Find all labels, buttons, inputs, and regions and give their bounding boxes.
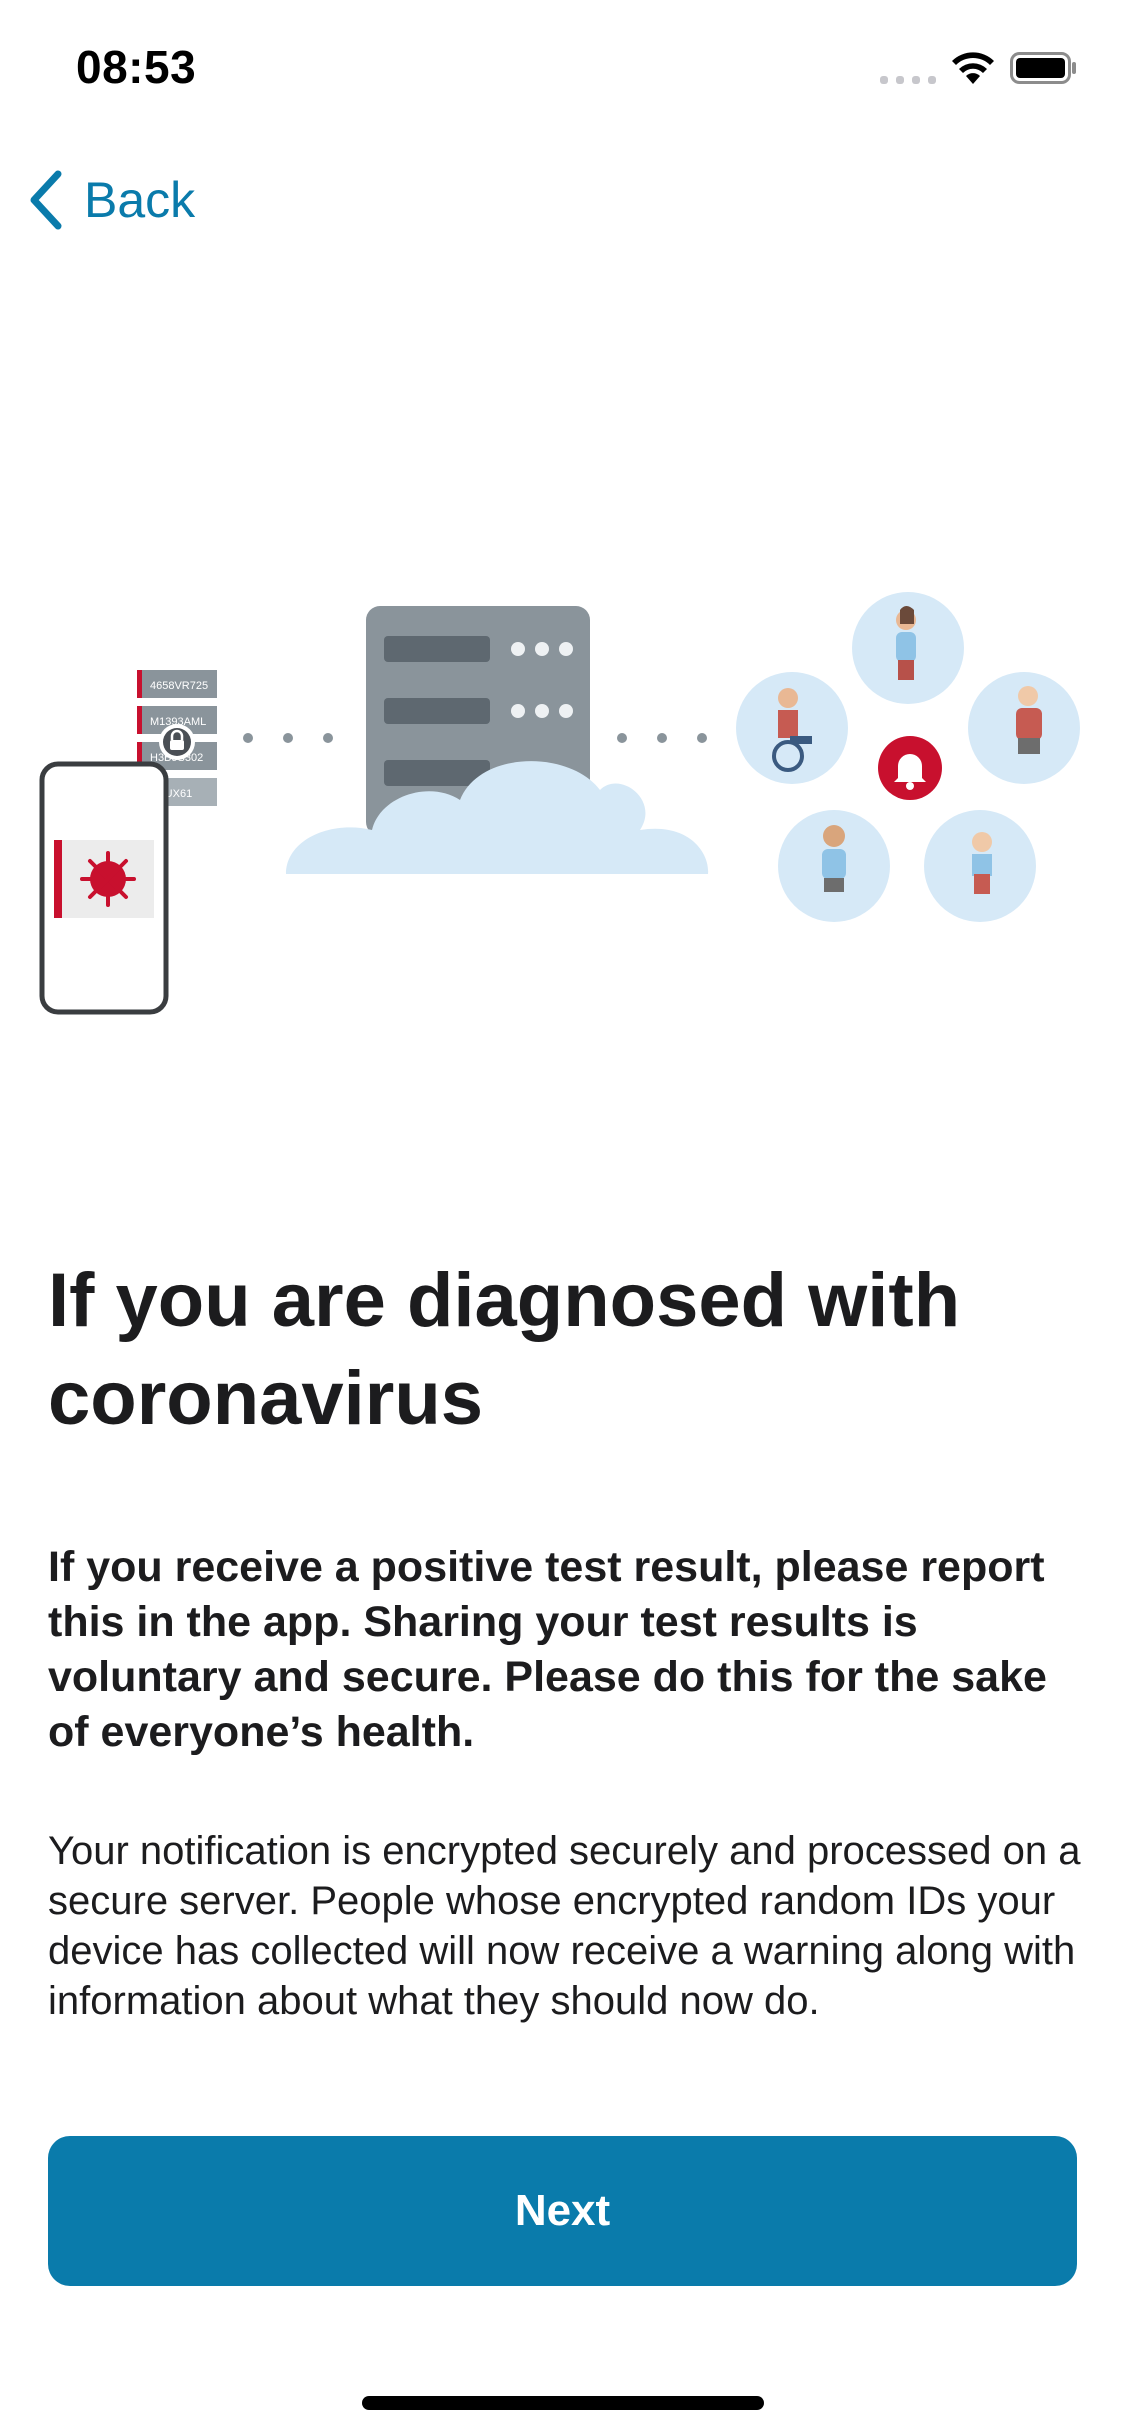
- chevron-left-icon: [30, 170, 62, 230]
- bell-icon: [878, 736, 942, 800]
- cloud-icon: [286, 761, 709, 874]
- body-paragraph: Your notification is encrypted securely …: [48, 1829, 1081, 2023]
- svg-text:4658VR725: 4658VR725: [150, 680, 208, 692]
- lock-icon: [159, 724, 195, 760]
- next-button[interactable]: Next: [48, 2136, 1077, 2286]
- phone-icon: [39, 761, 169, 1015]
- battery-icon: [1010, 52, 1076, 84]
- lead-paragraph: If you receive a positive test result, p…: [48, 1543, 1047, 1756]
- back-label: Back: [84, 172, 196, 228]
- home-indicator[interactable]: [362, 2396, 764, 2410]
- back-button[interactable]: Back: [24, 162, 195, 238]
- page-title: If you are diagnosed with coronavirus: [48, 1258, 961, 1441]
- cellular-signal-icon: [880, 70, 936, 84]
- man-with-phone: [822, 825, 846, 892]
- connection-dots-right: [617, 733, 707, 743]
- data-sharing-illustration: 4658VR725 M1393AML H3B9S302 8GUX61: [39, 592, 1080, 1015]
- wifi-icon: [952, 52, 994, 84]
- contacts-group: [736, 592, 1080, 922]
- virus-icon: [80, 851, 136, 907]
- person-figure: [896, 606, 916, 680]
- status-time: 08:53: [76, 41, 197, 93]
- connection-dots-left: [243, 733, 333, 743]
- child-figure: [972, 832, 992, 894]
